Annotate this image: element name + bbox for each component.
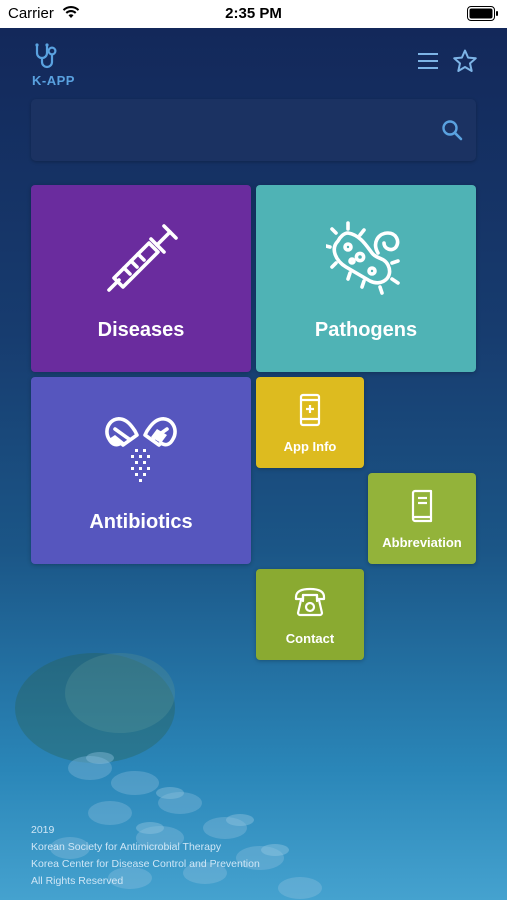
diseases-label: Diseases (97, 319, 185, 341)
syringe-icon (107, 224, 178, 292)
antibiotics-tile[interactable]: Antibiotics (31, 377, 251, 564)
phone-info-icon (299, 393, 321, 427)
battery-icon (467, 6, 498, 21)
hamburger-menu-icon[interactable] (416, 50, 440, 72)
footer-rights: All Rights Reserved (31, 875, 124, 887)
search-icon[interactable] (440, 118, 464, 142)
app-info-tile[interactable]: App Info (256, 377, 364, 468)
contact-tile[interactable]: Contact (256, 569, 364, 660)
search-bar (31, 99, 476, 161)
app-logo: K-APP (30, 42, 78, 88)
pathogens-tile[interactable]: Pathogens (256, 185, 476, 372)
app-info-label: App Info (283, 439, 337, 454)
footer-org-kast: Korean Society for Antimicrobial Therapy (31, 841, 222, 853)
pathogens-label: Pathogens (314, 319, 418, 341)
footer-org-kcdc: Korea Center for Disease Control and Pre… (31, 858, 260, 870)
status-bar: Carrier 2:35 PM (0, 0, 507, 28)
diseases-tile[interactable]: Diseases (31, 185, 251, 372)
abbreviation-tile[interactable]: Abbreviation (368, 473, 476, 564)
footer-year: 2019 (31, 824, 55, 836)
book-icon (411, 489, 433, 523)
antibiotics-label: Antibiotics (89, 511, 193, 533)
abbreviation-label: Abbreviation (382, 535, 462, 550)
capsules-icon (105, 417, 177, 482)
bacteria-icon (326, 221, 400, 295)
search-input[interactable] (43, 111, 423, 149)
status-time: 2:35 PM (225, 5, 282, 22)
app-logo-text: K-APP (32, 73, 75, 88)
star-icon[interactable] (452, 48, 478, 74)
app-screen: K-APP Diseases Pathogens Antibiotics App… (0, 28, 507, 900)
contact-label: Contact (285, 631, 335, 646)
footer: 2019 Korean Society for Antimicrobial Th… (31, 822, 260, 890)
telephone-icon (294, 587, 326, 617)
stethoscope-icon (35, 43, 57, 69)
